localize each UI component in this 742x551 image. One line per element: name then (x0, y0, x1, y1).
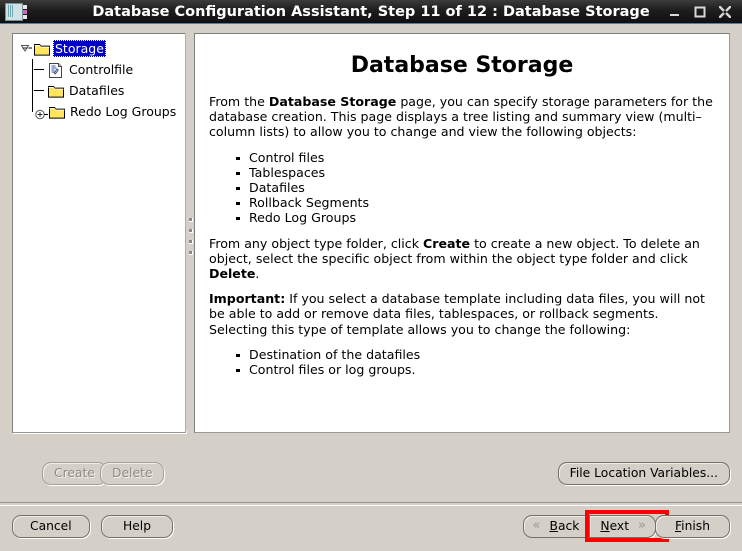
intro-bold-database-storage: Database Storage (268, 94, 397, 109)
tree-node-label-datafiles[interactable]: Datafiles (67, 82, 126, 99)
important-paragraph: Important: If you select a database temp… (209, 291, 715, 337)
cd-bold-delete: Delete (209, 266, 256, 282)
create-button[interactable]: Create (42, 462, 107, 485)
tree-node-storage[interactable]: Storage (19, 38, 185, 59)
back-button[interactable]: « Back (522, 515, 590, 538)
finish-label-rest: inish (681, 519, 710, 533)
auxiliary-button-row: Create Delete File Location Variables... (0, 435, 742, 485)
tree-children: Controlfile Datafiles Redo Log Groups (19, 59, 185, 122)
window-titlebar[interactable]: Database Configuration Assistant, Step 1… (0, 0, 742, 24)
help-button[interactable]: Help (101, 515, 174, 538)
create-delete-paragraph: From any object type folder, click Creat… (209, 236, 715, 282)
page-title: Database Storage (350, 53, 574, 78)
tree-node-datafiles[interactable]: Datafiles (19, 80, 185, 101)
minimize-icon[interactable] (669, 6, 681, 18)
cancel-button[interactable]: Cancel (12, 515, 90, 538)
template-changes-bullet-list: Destination of the datafiles Control fil… (209, 347, 715, 377)
important-label: Important: (209, 291, 286, 307)
cd-text-3: . (255, 266, 260, 282)
tree-elbow-line (34, 80, 48, 101)
navigation-button-row: Cancel Help « Back Next » Finish (0, 505, 742, 551)
list-item: Rollback Segments (236, 195, 715, 210)
storage-tree-panel[interactable]: Storage Controlfile Datafiles Redo Log G… (12, 33, 186, 433)
intro-text-1: From the (209, 94, 269, 109)
back-next-button-group: « Back Next » (522, 510, 670, 542)
next-button-label: Next (600, 519, 629, 533)
tree-node-label-storage[interactable]: Storage (53, 40, 106, 57)
database-app-icon (5, 2, 27, 21)
maximize-icon[interactable] (694, 6, 706, 18)
folder-icon (49, 105, 65, 119)
tree-node-redo-log-groups[interactable]: Redo Log Groups (19, 101, 185, 122)
list-item: Tablespaces (236, 165, 715, 180)
objects-bullet-list: Control files Tablespaces Datafiles Roll… (209, 150, 715, 226)
chevron-left-icon: « (532, 518, 541, 533)
list-item: Redo Log Groups (236, 210, 715, 225)
next-mnemonic: N (600, 519, 610, 533)
next-button[interactable]: Next » (589, 515, 656, 538)
window-client-area: Storage Controlfile Datafiles Redo Log G… (0, 24, 742, 542)
cd-bold-create: Create (423, 235, 471, 251)
delete-button[interactable]: Delete (100, 462, 165, 485)
window-title: Database Configuration Assistant, Step 1… (92, 3, 650, 20)
tree-node-label-controlfile[interactable]: Controlfile (67, 61, 135, 78)
back-button-label: Back (550, 519, 580, 533)
folder-icon (34, 42, 50, 56)
back-mnemonic: B (549, 519, 558, 533)
tree-node-label-redo-log-groups[interactable]: Redo Log Groups (68, 103, 178, 120)
intro-paragraph: From the Database Storage page, you can … (209, 94, 715, 140)
expand-plus-icon[interactable] (34, 104, 49, 120)
tree-node-controlfile[interactable]: Controlfile (19, 59, 185, 80)
window-controls (669, 5, 742, 18)
list-item: Datafiles (236, 180, 715, 195)
list-item: Destination of the datafiles (236, 347, 715, 362)
tree-elbow-line (34, 59, 48, 80)
collapse-minus-icon[interactable] (19, 41, 34, 56)
file-location-variables-button[interactable]: File Location Variables... (557, 462, 730, 485)
storage-tree: Storage Controlfile Datafiles Redo Log G… (13, 34, 185, 122)
controlfile-document-icon (48, 62, 64, 78)
finish-button[interactable]: Finish (654, 515, 730, 538)
content-panel: Database Storage From the Database Stora… (194, 33, 730, 433)
back-label-rest: ack (557, 519, 580, 533)
close-icon[interactable] (719, 5, 731, 18)
folder-icon (48, 84, 64, 98)
list-item: Control files (236, 150, 715, 165)
cd-text-1: From any object type folder, click (209, 235, 424, 251)
splitter-grip-dots (189, 218, 193, 262)
list-item: Control files or log groups. (236, 362, 715, 377)
chevron-right-icon: » (638, 518, 646, 533)
next-button-wrapper: Next » (585, 510, 670, 542)
next-label-rest: ext (609, 519, 630, 533)
